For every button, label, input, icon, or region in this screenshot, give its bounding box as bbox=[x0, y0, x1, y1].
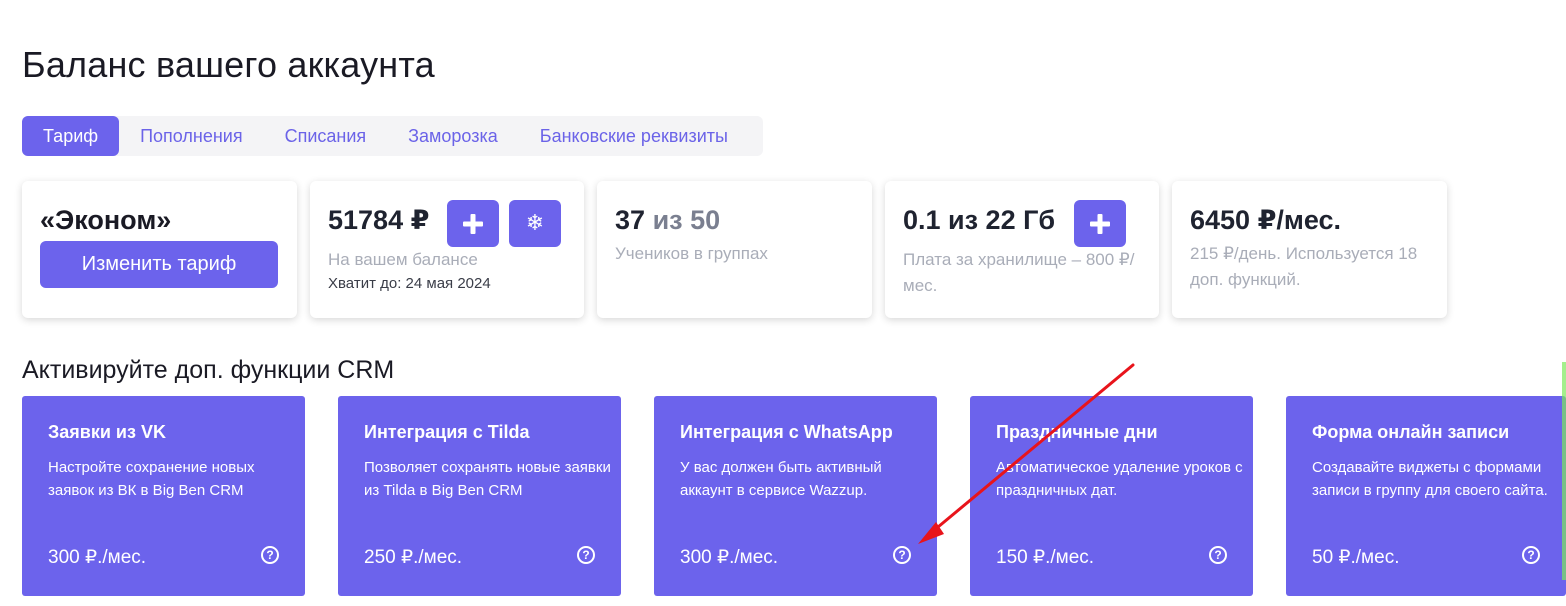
tab-tariff[interactable]: Тариф bbox=[22, 116, 120, 156]
storage-value: 0.1 из 22 Гб bbox=[903, 205, 1056, 235]
feature-desc: Автоматическое удаление уроков с праздни… bbox=[996, 459, 1243, 499]
students-card: 37 из 50 Учеников в группах bbox=[597, 181, 872, 318]
features-section-title: Активируйте доп. функции CRM bbox=[22, 356, 395, 384]
feature-desc: Позволяет сохранять новые заявки из Tild… bbox=[364, 459, 611, 499]
feature-title: Праздничные дни bbox=[996, 422, 1158, 442]
snowflake-icon: ❄ bbox=[525, 211, 545, 236]
feature-price: 250 ₽./мес. bbox=[364, 547, 463, 568]
feature-price: 150 ₽./мес. bbox=[996, 547, 1095, 568]
storage-caption: Плата за хранилище – 800 ₽/мес. bbox=[903, 250, 1135, 295]
balance-value: 51784 ₽ bbox=[328, 205, 430, 235]
students-current: 37 bbox=[615, 205, 646, 235]
students-max: 50 bbox=[690, 205, 721, 235]
feature-card-holidays[interactable]: Праздничные дни Автоматическое удаление … bbox=[970, 396, 1253, 596]
feature-title: Интеграция с Tilda bbox=[364, 422, 530, 442]
students-of: из bbox=[652, 205, 683, 235]
feature-card-tilda[interactable]: Интеграция с Tilda Позволяет сохранять н… bbox=[338, 396, 621, 596]
feature-card-whatsapp[interactable]: Интеграция с WhatsApp У вас должен быть … bbox=[654, 396, 937, 596]
tab-freeze[interactable]: Заморозка bbox=[387, 116, 519, 156]
edge-highlight bbox=[1562, 362, 1566, 580]
help-icon[interactable]: ? bbox=[1209, 546, 1227, 564]
tab-charges[interactable]: Списания bbox=[264, 116, 388, 156]
storage-card: 0.1 из 22 Гб Плата за хранилище – 800 ₽/… bbox=[885, 181, 1159, 318]
feature-desc: У вас должен быть активный аккаунт в сер… bbox=[680, 459, 882, 499]
balance-until: Хватит до: 24 мая 2024 bbox=[328, 275, 491, 292]
plan-card: «Эконом» Изменить тариф bbox=[22, 181, 297, 318]
feature-desc: Настройте сохранение новых заявок из ВК … bbox=[48, 459, 255, 499]
add-storage-button[interactable] bbox=[1074, 200, 1126, 247]
feature-price: 300 ₽./мес. bbox=[680, 547, 779, 568]
monthly-cost-caption: 215 ₽/день. Используется 18 доп. функций… bbox=[1190, 244, 1418, 289]
feature-title: Заявки из VK bbox=[48, 422, 166, 442]
plus-icon bbox=[1090, 213, 1110, 234]
feature-title: Интеграция с WhatsApp bbox=[680, 422, 893, 442]
help-icon[interactable]: ? bbox=[893, 546, 911, 564]
feature-title: Форма онлайн записи bbox=[1312, 422, 1510, 442]
help-icon[interactable]: ? bbox=[577, 546, 595, 564]
tab-bank-details[interactable]: Банковские реквизиты bbox=[519, 116, 749, 156]
balance-card: 51784 ₽ ❄ На вашем балансе Хватит до: 24… bbox=[310, 181, 584, 318]
page-title: Баланс вашего аккаунта bbox=[22, 44, 435, 85]
help-icon[interactable]: ? bbox=[1522, 546, 1540, 564]
tab-bar: Тариф Пополнения Списания Заморозка Банк… bbox=[22, 116, 763, 156]
plus-icon bbox=[463, 213, 483, 234]
tab-topups[interactable]: Пополнения bbox=[119, 116, 264, 156]
top-up-button[interactable] bbox=[447, 200, 499, 247]
monthly-cost-card: 6450 ₽/мес. 215 ₽/день. Используется 18 … bbox=[1172, 181, 1447, 318]
change-plan-button[interactable]: Изменить тариф bbox=[40, 241, 278, 288]
students-caption: Учеников в группах bbox=[615, 244, 768, 263]
freeze-button[interactable]: ❄ bbox=[509, 200, 561, 247]
feature-desc: Создавайте виджеты с формами записи в гр… bbox=[1312, 459, 1548, 499]
balance-caption: На вашем балансе bbox=[328, 250, 478, 269]
feature-price: 300 ₽./мес. bbox=[48, 547, 147, 568]
feature-price: 50 ₽./мес. bbox=[1312, 547, 1400, 568]
plan-name: «Эконом» bbox=[40, 205, 172, 235]
feature-card-vk-leads[interactable]: Заявки из VK Настройте сохранение новых … bbox=[22, 396, 305, 596]
monthly-cost-value: 6450 ₽/мес. bbox=[1190, 205, 1342, 235]
feature-card-online-form[interactable]: Форма онлайн записи Создавайте виджеты с… bbox=[1286, 396, 1566, 596]
help-icon[interactable]: ? bbox=[261, 546, 279, 564]
students-count: 37 из 50 bbox=[615, 205, 720, 236]
